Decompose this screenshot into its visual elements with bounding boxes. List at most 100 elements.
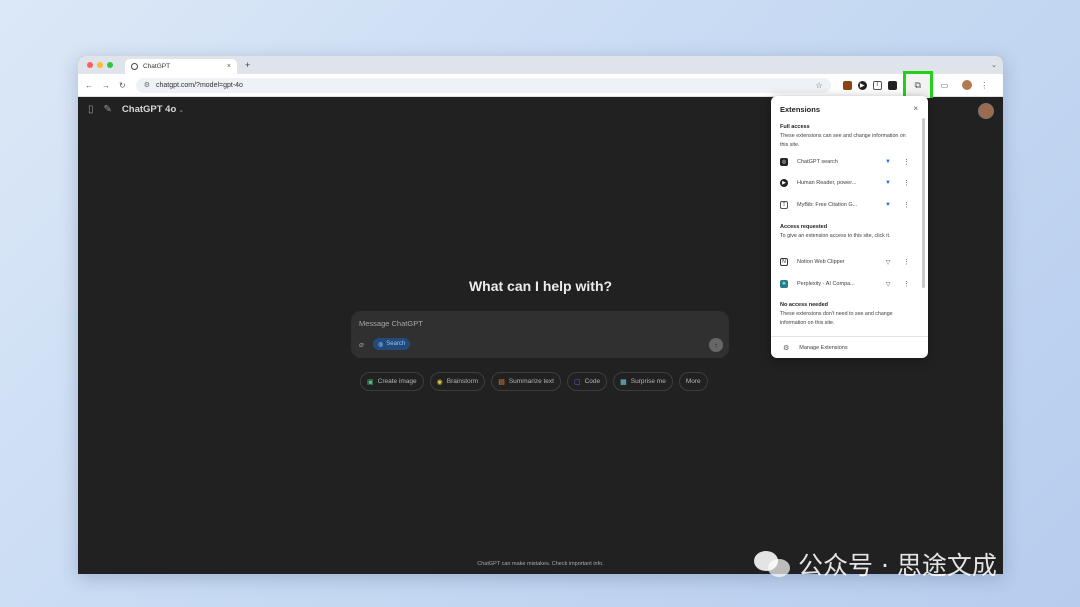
new-tab-button[interactable]: + <box>245 60 250 70</box>
extension-name: Human Reader, power... <box>797 180 857 186</box>
access-requested-desc: To give an extension access to this site… <box>780 233 891 239</box>
full-access-title: Full access <box>780 124 810 130</box>
image-icon: ▣ <box>367 378 374 386</box>
puzzle-icon: ⧉ <box>914 80 921 90</box>
notion-icon: N <box>780 258 788 266</box>
chevron-down-icon: ⌄ <box>178 107 185 114</box>
chip-summarize-text[interactable]: ▤ Summarize text <box>491 372 561 391</box>
extension-row-human-reader[interactable]: ▶ Human Reader, power... ▼ ⋮ <box>780 176 910 190</box>
more-vert-icon[interactable]: ⋮ <box>894 179 910 187</box>
search-label: Search <box>386 341 406 347</box>
extension-row-notion[interactable]: N Notion Web Clipper ▽ ⋮ <box>780 255 910 269</box>
user-avatar[interactable] <box>978 103 994 119</box>
forward-arrow-icon[interactable]: → <box>102 81 110 90</box>
no-access-title: No access needed <box>780 302 828 308</box>
extension-row-mybib[interactable]: T MyBib: Free Citation G... ▼ ⋮ <box>780 198 910 212</box>
pin-icon[interactable]: ▼ <box>882 159 894 165</box>
close-window-button[interactable] <box>87 62 93 68</box>
bookmark-star-icon[interactable]: ☆ <box>816 81 823 90</box>
chip-label: Brainstorm <box>446 378 479 385</box>
extension-icon-4[interactable] <box>887 80 897 90</box>
gift-icon: ▦ <box>620 378 627 386</box>
arrow-up-icon: ↑ <box>714 340 718 350</box>
manage-extensions-button[interactable]: ⚙ Manage Extensions <box>771 336 928 358</box>
tab-title: ChatGPT <box>143 63 171 70</box>
no-access-desc: These extensions don't need to see and c… <box>780 311 893 326</box>
suggestion-chips: ▣ Create image ◉ Brainstorm ▤ Summarize tex… <box>360 372 708 391</box>
more-vert-icon[interactable]: ⋮ <box>894 280 910 288</box>
bulb-icon: ◉ <box>436 378 443 386</box>
browser-toolbar: ← → ↻ ⚙ chatgpt.com/?model=gpt-4o ☆ ▶ T … <box>78 70 1003 101</box>
search-button[interactable]: ◍ Search <box>373 338 411 350</box>
extension-name: ChatGPT search <box>797 159 838 165</box>
chip-brainstorm[interactable]: ◉ Brainstorm <box>429 372 486 391</box>
chip-label: More <box>685 378 701 385</box>
extension-name: MyBib: Free Citation G... <box>797 202 858 208</box>
chatgpt-favicon-icon <box>131 63 138 70</box>
popup-title: Extensions <box>780 105 821 114</box>
more-vert-icon[interactable]: ⋮ <box>894 201 910 209</box>
message-composer[interactable]: Message ChatGPT ⌀ ◍ Search ↑ <box>351 311 729 358</box>
window-controls <box>87 62 113 68</box>
watermark-text: 公众号 · 思途文成 <box>798 551 997 580</box>
model-name: ChatGPT 4o <box>121 104 177 115</box>
minimize-window-button[interactable] <box>97 62 103 68</box>
site-info-icon[interactable]: ⚙ <box>144 81 150 89</box>
perplexity-icon: ✳ <box>780 280 788 288</box>
chatgpt-search-icon: ◎ <box>780 158 788 166</box>
send-button[interactable]: ↑ <box>709 338 723 352</box>
extension-icon-1[interactable] <box>842 80 852 90</box>
play-icon[interactable]: ▶ <box>857 80 867 90</box>
model-selector[interactable]: ChatGPT 4o ⌄ <box>122 104 184 115</box>
chip-surprise-me[interactable]: ▦ Surprise me <box>613 372 673 391</box>
more-vert-icon[interactable]: ⋮ <box>894 258 910 266</box>
extension-name: Notion Web Clipper <box>797 259 845 265</box>
nav-buttons: ← → ↻ <box>85 81 126 90</box>
play-icon: ▶ <box>780 179 788 187</box>
wechat-icon <box>754 549 790 579</box>
gear-icon: ⚙ <box>783 344 790 352</box>
more-vert-icon[interactable]: ⋮ <box>894 158 910 166</box>
back-arrow-icon[interactable]: ← <box>85 81 93 90</box>
doc-icon: ▤ <box>498 378 505 386</box>
popup-scrollbar[interactable] <box>922 118 925 288</box>
tab-search-button[interactable]: ⌄ <box>991 61 997 69</box>
mybib-icon[interactable]: T <box>872 80 882 90</box>
tab-close-icon[interactable]: × <box>227 63 231 70</box>
profile-avatar-icon[interactable] <box>962 80 973 90</box>
url-text: chatgpt.com/?model=gpt-4o <box>155 81 243 89</box>
popup-close-icon[interactable]: × <box>913 104 918 113</box>
pin-outline-icon[interactable]: ▽ <box>882 281 894 288</box>
app-header: ▯ ✎ ChatGPT 4o ⌄ <box>88 104 184 115</box>
sidebar-toggle-icon[interactable]: ▯ <box>88 104 94 115</box>
extension-row-chatgpt-search[interactable]: ◎ ChatGPT search ▼ ⋮ <box>780 155 910 169</box>
code-icon: ▢ <box>573 378 581 386</box>
chip-label: Summarize text <box>508 378 554 385</box>
tab-chatgpt[interactable]: ChatGPT × <box>125 59 237 74</box>
chip-create-image[interactable]: ▣ Create image <box>360 372 424 391</box>
pin-outline-icon[interactable]: ▽ <box>882 259 894 266</box>
side-panel-icon[interactable]: ▭ <box>941 81 949 90</box>
manage-extensions-label: Manage Extensions <box>799 344 848 351</box>
chip-code[interactable]: ▢ Code <box>566 372 608 391</box>
watermark: 公众号 · 思途文成 <box>754 546 997 582</box>
chip-more[interactable]: More <box>678 372 708 391</box>
extension-name: Perplexity - AI Compa... <box>797 281 855 287</box>
attach-icon[interactable]: ⌀ <box>359 340 364 349</box>
new-chat-icon[interactable]: ✎ <box>104 104 112 115</box>
maximize-window-button[interactable] <box>107 62 113 68</box>
full-access-desc: These extensions can see and change info… <box>780 133 906 148</box>
chip-label: Surprise me <box>630 378 666 385</box>
message-input[interactable]: Message ChatGPT <box>359 319 423 328</box>
reload-icon[interactable]: ↻ <box>119 81 126 90</box>
browser-menu-icon[interactable]: ⋮ <box>980 81 988 90</box>
pin-icon[interactable]: ▼ <box>882 180 894 186</box>
extension-row-perplexity[interactable]: ✳ Perplexity - AI Compa... ▽ ⋮ <box>780 277 910 291</box>
globe-icon: ◍ <box>378 341 384 348</box>
extensions-popup: Extensions × Full access These extension… <box>771 96 928 358</box>
chip-label: Create image <box>377 378 417 385</box>
mybib-icon: T <box>780 201 788 209</box>
pin-icon[interactable]: ▼ <box>882 202 894 208</box>
access-requested-title: Access requested <box>780 224 828 230</box>
address-bar[interactable]: ⚙ chatgpt.com/?model=gpt-4o ☆ <box>135 77 831 93</box>
